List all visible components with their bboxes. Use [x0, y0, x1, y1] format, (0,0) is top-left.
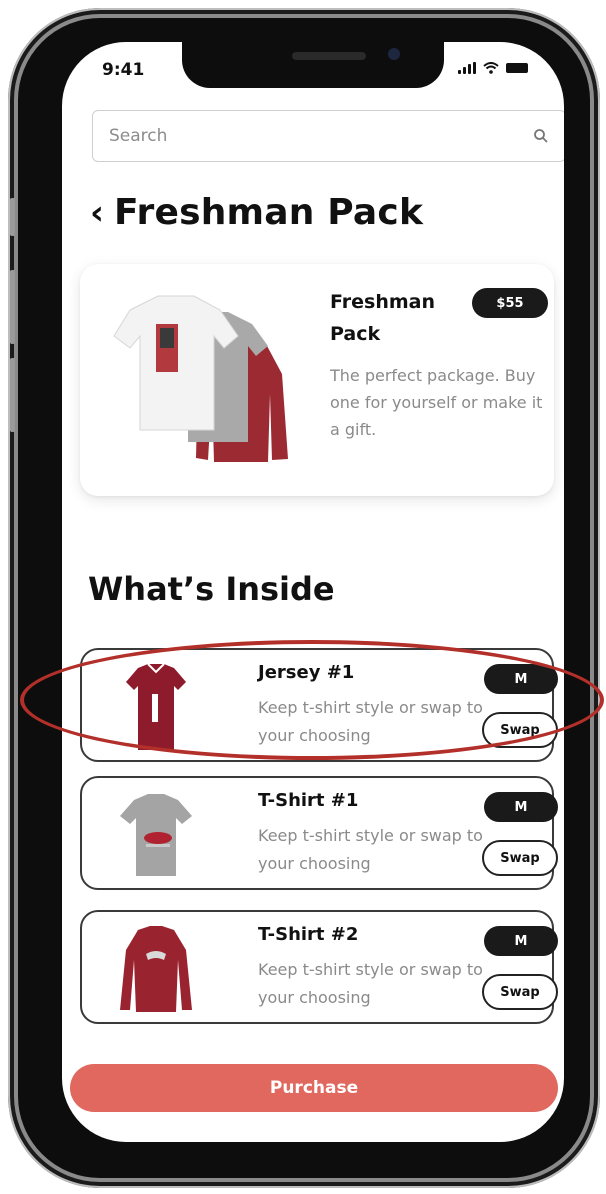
battery-icon: [506, 63, 528, 73]
search-placeholder: Search: [109, 126, 168, 146]
swap-button[interactable]: Swap: [482, 712, 558, 748]
pack-description: The perfect package. Buy one for yoursel…: [330, 366, 543, 439]
status-time: 9:41: [102, 60, 145, 80]
purchase-button[interactable]: Purchase: [70, 1064, 558, 1112]
signal-icon: [458, 62, 476, 74]
swap-button[interactable]: Swap: [482, 840, 558, 876]
search-input[interactable]: Search: [92, 110, 564, 162]
item-description: Keep t-shirt style or swap to your choos…: [258, 698, 483, 745]
list-item[interactable]: T-Shirt #1 Keep t-shirt style or swap to…: [80, 776, 558, 890]
volume-down-button: [10, 358, 15, 432]
volume-up-button: [10, 270, 15, 344]
status-icons: [458, 62, 528, 74]
header: ‹ Freshman Pack: [90, 192, 423, 233]
item-description: Keep t-shirt style or swap to your choos…: [258, 826, 483, 873]
list-item[interactable]: Jersey #1 Keep t-shirt style or swap to …: [80, 648, 558, 762]
wifi-icon: [483, 62, 499, 74]
section-title: What’s Inside: [88, 570, 335, 608]
back-chevron-icon[interactable]: ‹: [90, 193, 104, 233]
size-badge[interactable]: M: [484, 926, 558, 956]
speaker: [292, 52, 366, 60]
list-item[interactable]: T-Shirt #2 Keep t-shirt style or swap to…: [80, 910, 558, 1024]
camera: [388, 48, 400, 60]
search-icon[interactable]: [533, 128, 549, 144]
size-badge[interactable]: M: [484, 664, 558, 694]
item-name: Jersey #1: [258, 662, 355, 683]
mute-switch: [10, 198, 15, 236]
price-badge: $55: [472, 288, 548, 318]
pack-image: [113, 295, 288, 462]
jersey-icon: [126, 663, 186, 750]
pack-card[interactable]: Freshman Pack $55 The perfect package. B…: [80, 264, 554, 496]
item-name: T-Shirt #2: [258, 924, 359, 945]
page-title: Freshman Pack: [114, 192, 424, 233]
screen: 9:41 Search ‹ Freshman Pack Freshman Pac…: [62, 42, 564, 1142]
notch: [182, 42, 444, 88]
pack-name: Freshman Pack: [330, 291, 436, 345]
size-badge[interactable]: M: [484, 792, 558, 822]
item-name: T-Shirt #1: [258, 790, 359, 811]
item-description: Keep t-shirt style or swap to your choos…: [258, 960, 483, 1007]
longsleeve-icon: [120, 926, 192, 1012]
swap-button[interactable]: Swap: [482, 974, 558, 1010]
tshirt-icon: [120, 794, 192, 876]
